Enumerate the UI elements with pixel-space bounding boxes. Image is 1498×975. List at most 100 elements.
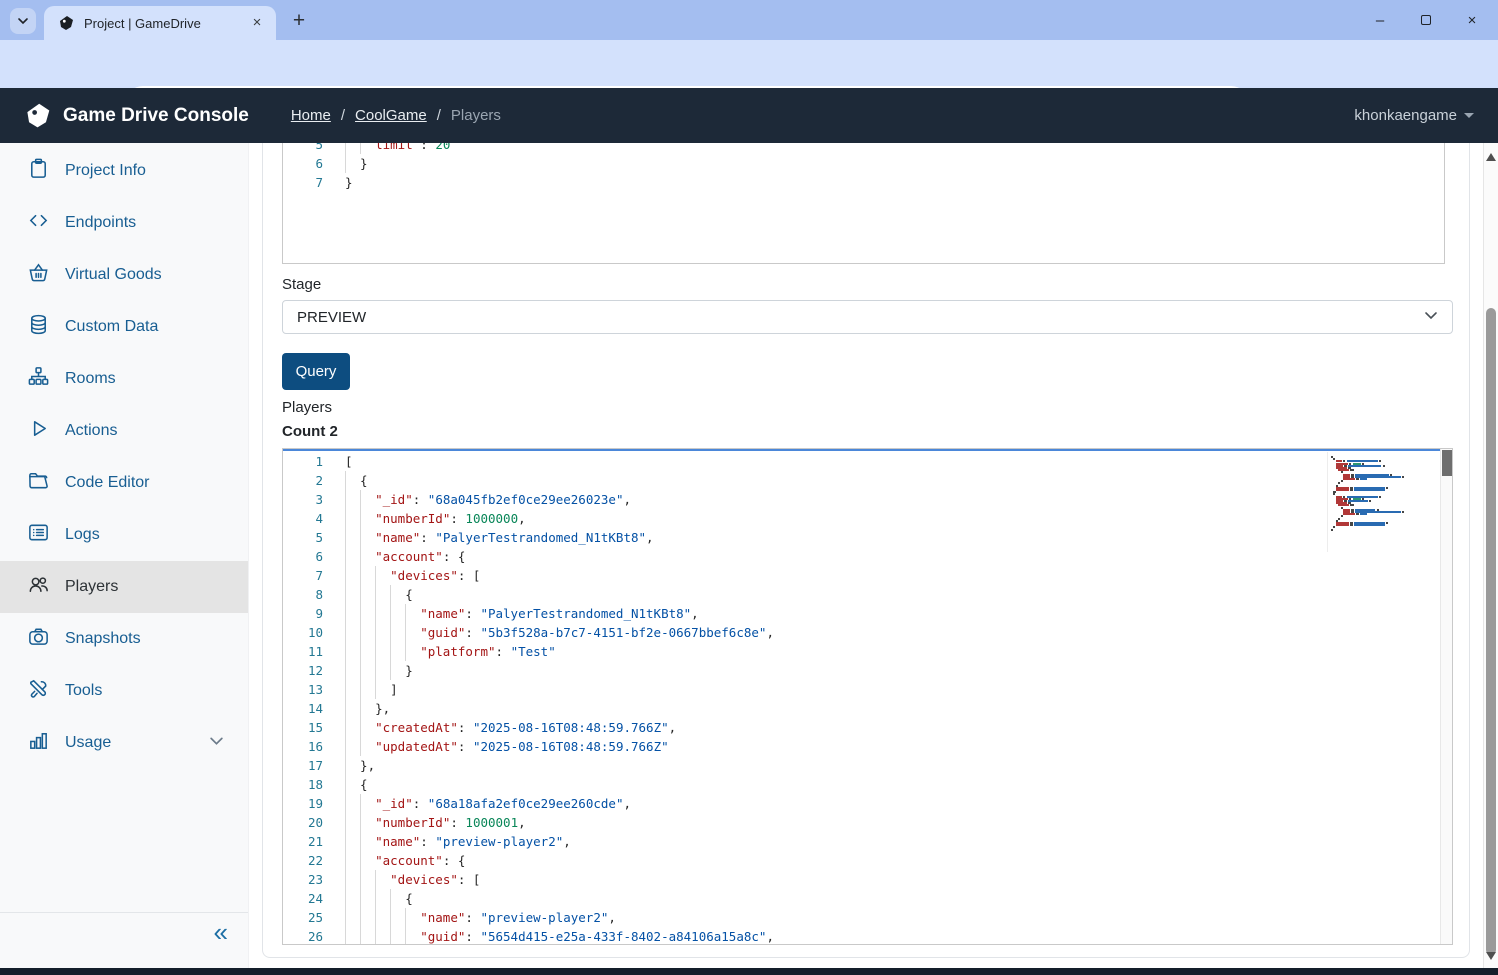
indent-guide xyxy=(390,585,405,604)
line-number: 9 xyxy=(283,604,323,623)
query-code-editor[interactable]: 5limit : 206}7} xyxy=(282,143,1445,264)
code-line: 19"_id": "68a18afa2ef0ce29ee260cde", xyxy=(283,794,1452,813)
sidebar-item-label: Logs xyxy=(65,526,100,544)
code-token: "68a18afa2ef0ce29ee260cde" xyxy=(428,796,624,811)
indent-guide xyxy=(360,585,375,604)
line-number: 3 xyxy=(283,490,323,509)
code-token: "name" xyxy=(420,910,465,925)
code-token: : { xyxy=(443,853,466,868)
breadcrumb-item-coolgame[interactable]: CoolGame xyxy=(355,107,427,124)
code-icon xyxy=(27,209,50,237)
sidebar-collapse-button[interactable]: « xyxy=(214,921,228,943)
code-line: 11"platform": "Test" xyxy=(283,642,1452,661)
code-token: "updatedAt" xyxy=(375,739,458,754)
indent-guide xyxy=(345,851,360,870)
indent-guide xyxy=(360,718,375,737)
line-number: 15 xyxy=(283,718,323,737)
sidebar-item-rooms[interactable]: Rooms xyxy=(0,353,248,405)
sidebar-item-code-editor[interactable]: Code Editor xyxy=(0,457,248,509)
indent-guide xyxy=(360,642,375,661)
app-header: Game Drive Console Home/CoolGame/Players… xyxy=(0,88,1498,143)
minimap[interactable] xyxy=(1327,452,1439,552)
indent-guide xyxy=(390,623,405,642)
code-token: "devices" xyxy=(390,568,458,583)
indent-guide xyxy=(405,927,420,945)
indent-guide xyxy=(375,908,390,927)
indent-guide xyxy=(360,623,375,642)
page-scrollbar[interactable] xyxy=(1483,143,1498,968)
indent-guide xyxy=(345,566,360,585)
line-number: 13 xyxy=(283,680,323,699)
page-scrollbar-thumb[interactable] xyxy=(1486,308,1496,955)
code-token: "_id" xyxy=(375,492,413,507)
code-line: 13] xyxy=(283,680,1452,699)
line-number: 24 xyxy=(283,889,323,908)
indent-guide xyxy=(345,490,360,509)
sidebar-item-usage[interactable]: Usage xyxy=(0,717,248,769)
indent-guide xyxy=(345,794,360,813)
indent-guide xyxy=(375,889,390,908)
sidebar-item-logs[interactable]: Logs xyxy=(0,509,248,561)
code-token: } xyxy=(345,175,353,190)
query-button[interactable]: Query xyxy=(282,353,350,390)
indent-guide xyxy=(375,566,390,585)
indent-guide xyxy=(360,699,375,718)
minimize-button[interactable]: – xyxy=(1360,6,1400,34)
editor-scrollbar-thumb[interactable] xyxy=(1442,450,1452,476)
indent-guide xyxy=(345,737,360,756)
code-line: 18{ xyxy=(283,775,1452,794)
sidebar-item-endpoints[interactable]: Endpoints xyxy=(0,197,248,249)
tab-close-icon[interactable]: × xyxy=(248,14,266,32)
line-number: 19 xyxy=(283,794,323,813)
browser-tab[interactable]: Project | GameDrive × xyxy=(44,6,276,40)
clipboard-icon xyxy=(27,157,50,185)
code-token: : xyxy=(413,143,436,152)
indent-guide xyxy=(360,566,375,585)
code-token: { xyxy=(360,473,368,488)
maximize-button[interactable] xyxy=(1406,6,1446,34)
sidebar-item-custom-data[interactable]: Custom Data xyxy=(0,301,248,353)
indent-guide xyxy=(345,927,360,945)
indent-guide xyxy=(375,661,390,680)
folder-icon xyxy=(27,469,50,497)
editor-scrollbar[interactable] xyxy=(1440,449,1452,944)
sidebar-item-virtual-goods[interactable]: Virtual Goods xyxy=(0,249,248,301)
result-code-editor[interactable]: 1[2{3"_id": "68a045fb2ef0ce29ee26023e",4… xyxy=(282,448,1453,945)
sidebar-item-actions[interactable]: Actions xyxy=(0,405,248,457)
indent-guide xyxy=(390,604,405,623)
code-token: : xyxy=(465,606,480,621)
user-menu[interactable]: khonkaengame xyxy=(1354,107,1474,124)
breadcrumb-item-home[interactable]: Home xyxy=(291,107,331,124)
scroll-down-icon[interactable] xyxy=(1486,952,1496,962)
indent-guide xyxy=(345,718,360,737)
users-icon xyxy=(27,573,50,601)
new-tab-button[interactable]: + xyxy=(286,8,312,34)
sidebar-item-label: Project Info xyxy=(65,162,146,180)
code-token: : [ xyxy=(458,568,481,583)
tab-search-button[interactable] xyxy=(10,8,36,34)
sidebar-item-label: Code Editor xyxy=(65,474,150,492)
code-line: 16"updatedAt": "2025-08-16T08:48:59.766Z… xyxy=(283,737,1452,756)
sidebar-item-label: Tools xyxy=(65,682,102,700)
basket-icon xyxy=(27,261,50,289)
line-number: 5 xyxy=(283,143,323,154)
camera-icon xyxy=(27,625,50,653)
sidebar-item-label: Virtual Goods xyxy=(65,266,162,284)
sidebar-item-players[interactable]: Players xyxy=(0,561,248,613)
line-number: 5 xyxy=(283,528,323,547)
sidebar-item-snapshots[interactable]: Snapshots xyxy=(0,613,248,665)
scroll-up-icon[interactable] xyxy=(1486,151,1496,161)
indent-guide xyxy=(345,585,360,604)
indent-guide xyxy=(360,490,375,509)
indent-guide xyxy=(360,661,375,680)
indent-guide xyxy=(360,813,375,832)
stage-select[interactable]: PREVIEW xyxy=(282,300,1453,334)
list-icon xyxy=(27,521,50,549)
indent-guide xyxy=(390,908,405,927)
window-bottom-edge xyxy=(0,968,1498,975)
close-window-button[interactable]: × xyxy=(1452,6,1492,34)
sidebar-item-tools[interactable]: Tools xyxy=(0,665,248,717)
indent-guide xyxy=(360,528,375,547)
sidebar-item-project-info[interactable]: Project Info xyxy=(0,145,248,197)
code-token: "5654d415-e25a-433f-8402-a84106a15a8c" xyxy=(480,929,766,944)
